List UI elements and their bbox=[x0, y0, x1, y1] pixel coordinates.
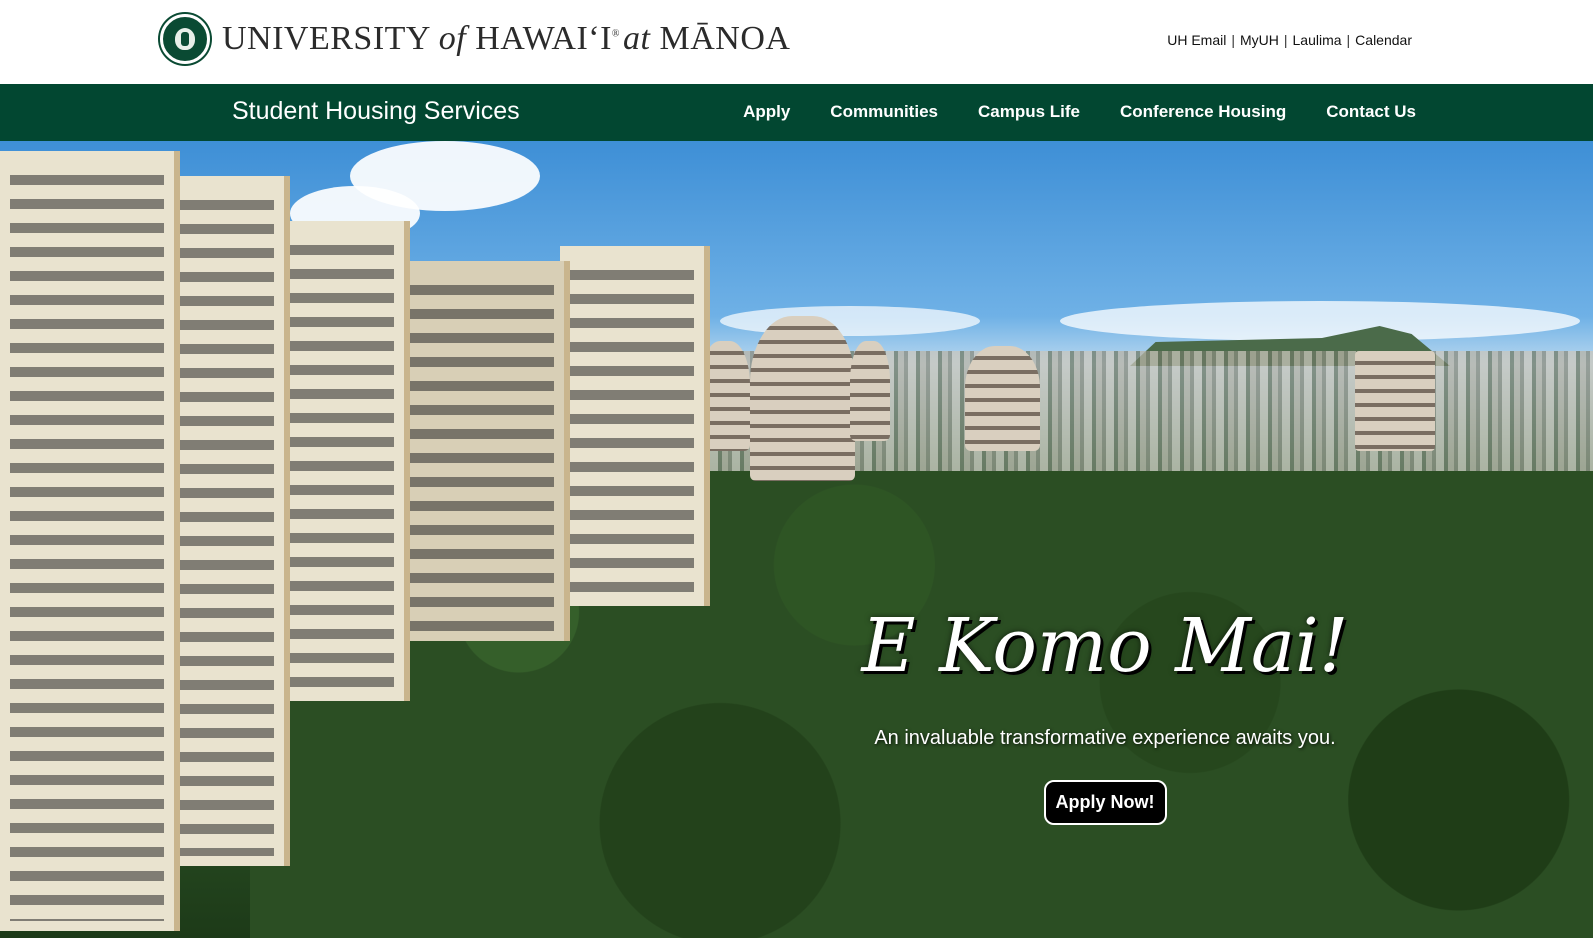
myuh-link[interactable]: MyUH bbox=[1240, 32, 1279, 48]
cloud bbox=[1060, 301, 1580, 341]
dorm-tower bbox=[280, 221, 410, 701]
dorm-tower bbox=[560, 246, 710, 606]
apply-now-button[interactable]: Apply Now! bbox=[1043, 780, 1167, 825]
hero-tagline: An invaluable transformative experience … bbox=[874, 727, 1336, 749]
nav-item-campus-life[interactable]: Campus Life bbox=[978, 102, 1080, 122]
nav-item-contact-us[interactable]: Contact Us bbox=[1326, 102, 1416, 122]
nav-item-communities[interactable]: Communities bbox=[830, 102, 938, 122]
main-navbar: Student Housing Services Apply Communiti… bbox=[0, 84, 1593, 141]
building bbox=[1355, 351, 1435, 451]
separator: | bbox=[1346, 32, 1351, 48]
cloud bbox=[720, 306, 980, 336]
university-wordmark: UNIVERSITY of HAWAIʻI® at MĀNOA bbox=[222, 20, 791, 57]
top-header: UNIVERSITY of HAWAIʻI® at MĀNOA UH Email… bbox=[0, 0, 1593, 84]
dorm-tower bbox=[170, 176, 290, 866]
separator: | bbox=[1231, 32, 1235, 48]
dorm-tower bbox=[400, 261, 570, 641]
utility-links: UH Email | MyUH | Laulima | Calendar bbox=[1167, 32, 1412, 48]
separator: | bbox=[1283, 32, 1288, 48]
round-tower bbox=[750, 316, 855, 481]
nav-item-apply[interactable]: Apply bbox=[743, 102, 790, 122]
hero-banner: E Komo Mai! An invaluable transformative… bbox=[0, 141, 1593, 938]
site-title[interactable]: Student Housing Services bbox=[232, 97, 520, 126]
uh-email-link[interactable]: UH Email bbox=[1167, 32, 1226, 48]
round-tower bbox=[850, 341, 890, 441]
primary-nav: Apply Communities Campus Life Conference… bbox=[743, 102, 1416, 122]
hero-content: E Komo Mai! An invaluable transformative… bbox=[850, 601, 1360, 825]
university-seal-icon bbox=[160, 14, 210, 64]
university-logo[interactable]: UNIVERSITY of HAWAIʻI® at MĀNOA bbox=[160, 14, 790, 64]
laulima-link[interactable]: Laulima bbox=[1293, 32, 1342, 48]
round-tower bbox=[965, 346, 1040, 451]
calendar-link[interactable]: Calendar bbox=[1355, 32, 1412, 48]
nav-item-conference-housing[interactable]: Conference Housing bbox=[1120, 102, 1286, 122]
welcome-heading: E Komo Mai! bbox=[861, 603, 1349, 689]
dorm-tower bbox=[0, 151, 180, 931]
